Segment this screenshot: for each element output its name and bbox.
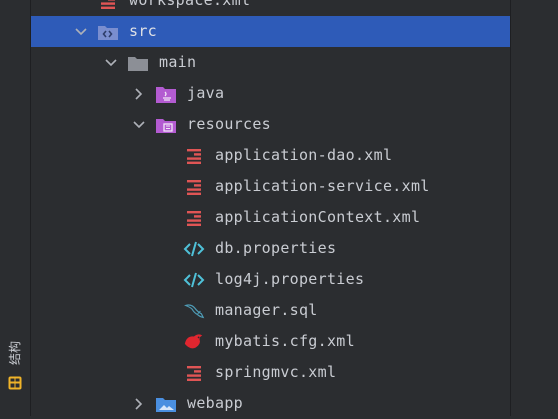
tree-row[interactable]: mybatis.cfg.xml: [31, 326, 510, 357]
tree-row[interactable]: java: [31, 78, 510, 109]
tree-item-label: application-service.xml: [215, 171, 430, 202]
tree-row[interactable]: src: [31, 16, 510, 47]
tree-row[interactable]: springmvc.xml: [31, 357, 510, 388]
tree-item-label: webapp: [187, 388, 243, 419]
tree-row[interactable]: application-service.xml: [31, 171, 510, 202]
xml-file-icon: [183, 171, 205, 202]
properties-file-icon: [183, 233, 205, 264]
mysql-dolphin-icon: [183, 295, 205, 326]
tree-item-label: log4j.properties: [215, 264, 364, 295]
xml-file-icon: [97, 0, 119, 16]
tree-row[interactable]: webapp: [31, 388, 510, 419]
tree-item-label: applicationContext.xml: [215, 202, 420, 233]
chevron-right-icon[interactable]: [131, 78, 147, 109]
tree-row[interactable]: applicationContext.xml: [31, 202, 510, 233]
properties-file-icon: [183, 264, 205, 295]
chevron-down-icon[interactable]: [73, 16, 89, 47]
tree-row[interactable]: db.properties: [31, 233, 510, 264]
tree-item-label: main: [159, 47, 196, 78]
mybatis-bird-icon: [183, 326, 205, 357]
folder-icon: [127, 47, 149, 78]
left-tool-strip: 结构: [0, 0, 31, 416]
xml-file-icon: [183, 357, 205, 388]
structure-tool-tab[interactable]: 结构: [6, 332, 24, 394]
web-folder-icon: [155, 388, 177, 419]
structure-tab-label: 结构: [6, 332, 24, 374]
chevron-down-icon[interactable]: [103, 47, 119, 78]
source-folder-icon: [97, 16, 119, 47]
chevron-down-icon[interactable]: [131, 109, 147, 140]
resources-root-icon: [155, 109, 177, 140]
tree-item-label: workspace.xml: [129, 0, 250, 16]
xml-file-icon: [183, 202, 205, 233]
structure-icon: [8, 376, 22, 390]
tree-row[interactable]: log4j.properties: [31, 264, 510, 295]
tree-item-label: db.properties: [215, 233, 336, 264]
tree-item-label: springmvc.xml: [215, 357, 336, 388]
tree-row[interactable]: workspace.xml: [31, 0, 510, 16]
tree-row[interactable]: manager.sql: [31, 295, 510, 326]
right-tool-strip: [510, 0, 558, 416]
tree-item-label: resources: [187, 109, 271, 140]
chevron-right-icon[interactable]: [131, 388, 147, 419]
tree-item-label: mybatis.cfg.xml: [215, 326, 355, 357]
tree-item-label: src: [129, 16, 157, 47]
tree-row[interactable]: main: [31, 47, 510, 78]
tree-item-label: java: [187, 78, 224, 109]
java-source-root-icon: [155, 78, 177, 109]
tree-item-label: manager.sql: [215, 295, 318, 326]
project-tree: workspace.xml src main java resources ap…: [31, 0, 510, 419]
tree-item-label: application-dao.xml: [215, 140, 392, 171]
tree-row[interactable]: application-dao.xml: [31, 140, 510, 171]
xml-file-icon: [183, 140, 205, 171]
tree-row[interactable]: resources: [31, 109, 510, 140]
